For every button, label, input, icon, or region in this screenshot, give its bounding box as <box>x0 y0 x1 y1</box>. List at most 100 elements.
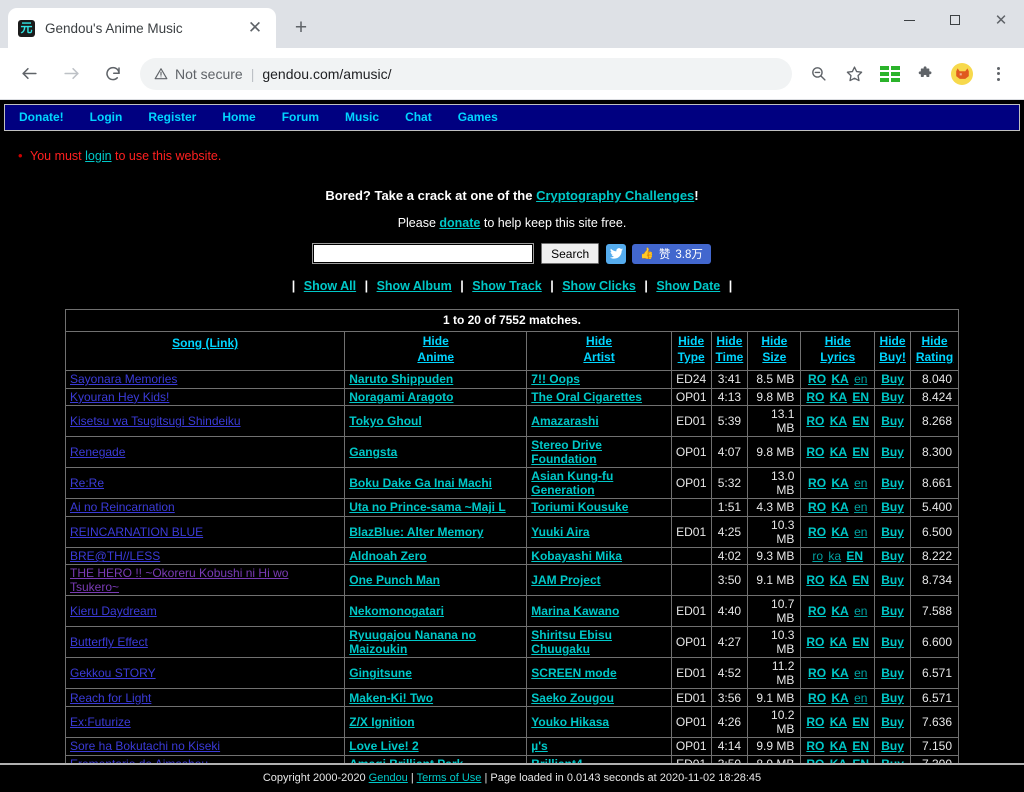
lyrics-ro-link[interactable]: RO <box>808 691 826 705</box>
anime-link[interactable]: BlazBlue: Alter Memory <box>349 525 483 539</box>
cryptography-challenges-link[interactable]: Cryptography Challenges <box>536 188 694 203</box>
hide-buy-link[interactable]: Hide <box>879 334 906 348</box>
lyrics-ka-link[interactable]: KA <box>831 372 848 386</box>
sort-size-link[interactable]: Size <box>762 350 786 364</box>
hide-artist-link[interactable]: Hide <box>531 334 667 348</box>
buy-link[interactable]: Buy <box>881 372 904 386</box>
lyrics-en-link[interactable]: en <box>854 476 867 490</box>
lyrics-ro-link[interactable]: RO <box>808 500 826 514</box>
lyrics-en-link[interactable]: en <box>854 372 867 386</box>
lyrics-ka-link[interactable]: KA <box>831 500 848 514</box>
nav-item-games[interactable]: Games <box>458 110 512 124</box>
sort-artist-link[interactable]: Artist <box>583 350 614 364</box>
lyrics-ka-link[interactable]: KA <box>830 573 847 587</box>
zoom-icon[interactable] <box>803 59 833 89</box>
lyrics-en-link[interactable]: EN <box>846 549 863 563</box>
anime-link[interactable]: Uta no Prince-sama ~Maji L <box>349 500 505 514</box>
footer-gendou-link[interactable]: Gendou <box>369 772 408 784</box>
anime-link[interactable]: Tokyo Ghoul <box>349 414 421 428</box>
buy-link[interactable]: Buy <box>881 549 904 563</box>
sort-anime-link[interactable]: Anime <box>417 350 454 364</box>
forward-icon[interactable] <box>55 58 87 90</box>
song-link[interactable]: Reach for Light <box>70 691 151 705</box>
lyrics-ro-link[interactable]: RO <box>806 715 824 729</box>
hide-rating-link[interactable]: Hide <box>915 334 954 348</box>
footer-terms-link[interactable]: Terms of Use <box>417 772 482 784</box>
artist-link[interactable]: µ's <box>531 739 547 753</box>
buy-link[interactable]: Buy <box>881 390 904 404</box>
twitter-share-icon[interactable] <box>606 243 627 264</box>
facebook-like-button[interactable]: 👍 赞 3.8万 <box>632 243 711 264</box>
anime-link[interactable]: Boku Dake Ga Inai Machi <box>349 476 492 490</box>
close-tab-icon[interactable]: ✕ <box>244 17 266 39</box>
anime-link[interactable]: One Punch Man <box>349 573 440 587</box>
artist-link[interactable]: SCREEN mode <box>531 666 616 680</box>
artist-link[interactable]: Yuuki Aira <box>531 525 589 539</box>
lyrics-ro-link[interactable]: RO <box>808 372 826 386</box>
lyrics-ro-link[interactable]: RO <box>806 414 824 428</box>
new-tab-button[interactable]: + <box>286 13 316 43</box>
show-all-link[interactable]: Show All <box>304 279 356 293</box>
lyrics-ka-link[interactable]: KA <box>830 739 847 753</box>
lyrics-ro-link[interactable]: RO <box>808 476 826 490</box>
buy-link[interactable]: Buy <box>881 715 904 729</box>
bookmark-star-icon[interactable] <box>839 59 869 89</box>
sort-buy-link[interactable]: Buy! <box>879 350 906 364</box>
song-link[interactable]: Kyouran Hey Kids! <box>70 390 169 404</box>
song-link[interactable]: Gekkou STORY <box>70 666 156 680</box>
anime-link[interactable]: Aldnoah Zero <box>349 549 426 563</box>
buy-link[interactable]: Buy <box>881 604 904 618</box>
donate-link[interactable]: donate <box>439 216 480 230</box>
anime-link[interactable]: Maken-Ki! Two <box>349 691 433 705</box>
lyrics-ro-link[interactable]: RO <box>806 573 824 587</box>
buy-link[interactable]: Buy <box>881 414 904 428</box>
reload-icon[interactable] <box>97 58 129 90</box>
artist-link[interactable]: Marina Kawano <box>531 604 619 618</box>
lyrics-en-link[interactable]: en <box>854 525 867 539</box>
hide-time-link[interactable]: Hide <box>716 334 744 348</box>
puzzle-extension-icon[interactable] <box>911 59 941 89</box>
show-date-link[interactable]: Show Date <box>656 279 720 293</box>
song-link[interactable]: Renegade <box>70 445 125 459</box>
buy-link[interactable]: Buy <box>881 739 904 753</box>
lyrics-ka-link[interactable]: KA <box>830 445 847 459</box>
minimize-button[interactable] <box>886 0 932 40</box>
search-button[interactable]: Search <box>541 243 600 264</box>
buy-link[interactable]: Buy <box>881 573 904 587</box>
show-clicks-link[interactable]: Show Clicks <box>562 279 636 293</box>
artist-link[interactable]: JAM Project <box>531 573 600 587</box>
nav-item-music[interactable]: Music <box>345 110 393 124</box>
buy-link[interactable]: Buy <box>881 635 904 649</box>
lyrics-en-link[interactable]: EN <box>852 445 869 459</box>
lyrics-ka-link[interactable]: KA <box>831 525 848 539</box>
lyrics-ka-link[interactable]: KA <box>831 604 848 618</box>
song-link[interactable]: Butterfly Effect <box>70 635 148 649</box>
buy-link[interactable]: Buy <box>881 666 904 680</box>
buy-link[interactable]: Buy <box>881 476 904 490</box>
hide-size-link[interactable]: Hide <box>752 334 796 348</box>
back-icon[interactable] <box>13 58 45 90</box>
anime-link[interactable]: Noragami Aragoto <box>349 390 453 404</box>
show-album-link[interactable]: Show Album <box>377 279 452 293</box>
song-link[interactable]: Sayonara Memories <box>70 372 177 386</box>
close-window-button[interactable]: ✕ <box>978 0 1024 40</box>
show-track-link[interactable]: Show Track <box>472 279 541 293</box>
notice-login-link[interactable]: login <box>85 149 111 163</box>
buy-link[interactable]: Buy <box>881 525 904 539</box>
anime-link[interactable]: Gingitsune <box>349 666 412 680</box>
lyrics-en-link[interactable]: EN <box>852 573 869 587</box>
anime-link[interactable]: Z/X Ignition <box>349 715 414 729</box>
lyrics-en-link[interactable]: EN <box>852 715 869 729</box>
lyrics-ro-link[interactable]: RO <box>806 739 824 753</box>
artist-link[interactable]: Asian Kung-fu Generation <box>531 469 613 497</box>
extension-grid-icon[interactable] <box>875 59 905 89</box>
artist-link[interactable]: Stereo Drive Foundation <box>531 438 602 466</box>
song-link[interactable]: Sore ha Bokutachi no Kiseki <box>70 739 220 753</box>
buy-link[interactable]: Buy <box>881 691 904 705</box>
song-link[interactable]: Kisetsu wa Tsugitsugi Shindeiku <box>70 414 241 428</box>
artist-link[interactable]: 7!! Oops <box>531 372 580 386</box>
song-link[interactable]: BRE@TH//LESS <box>70 549 160 563</box>
buy-link[interactable]: Buy <box>881 500 904 514</box>
profile-avatar-icon[interactable] <box>947 59 977 89</box>
nav-item-home[interactable]: Home <box>222 110 269 124</box>
